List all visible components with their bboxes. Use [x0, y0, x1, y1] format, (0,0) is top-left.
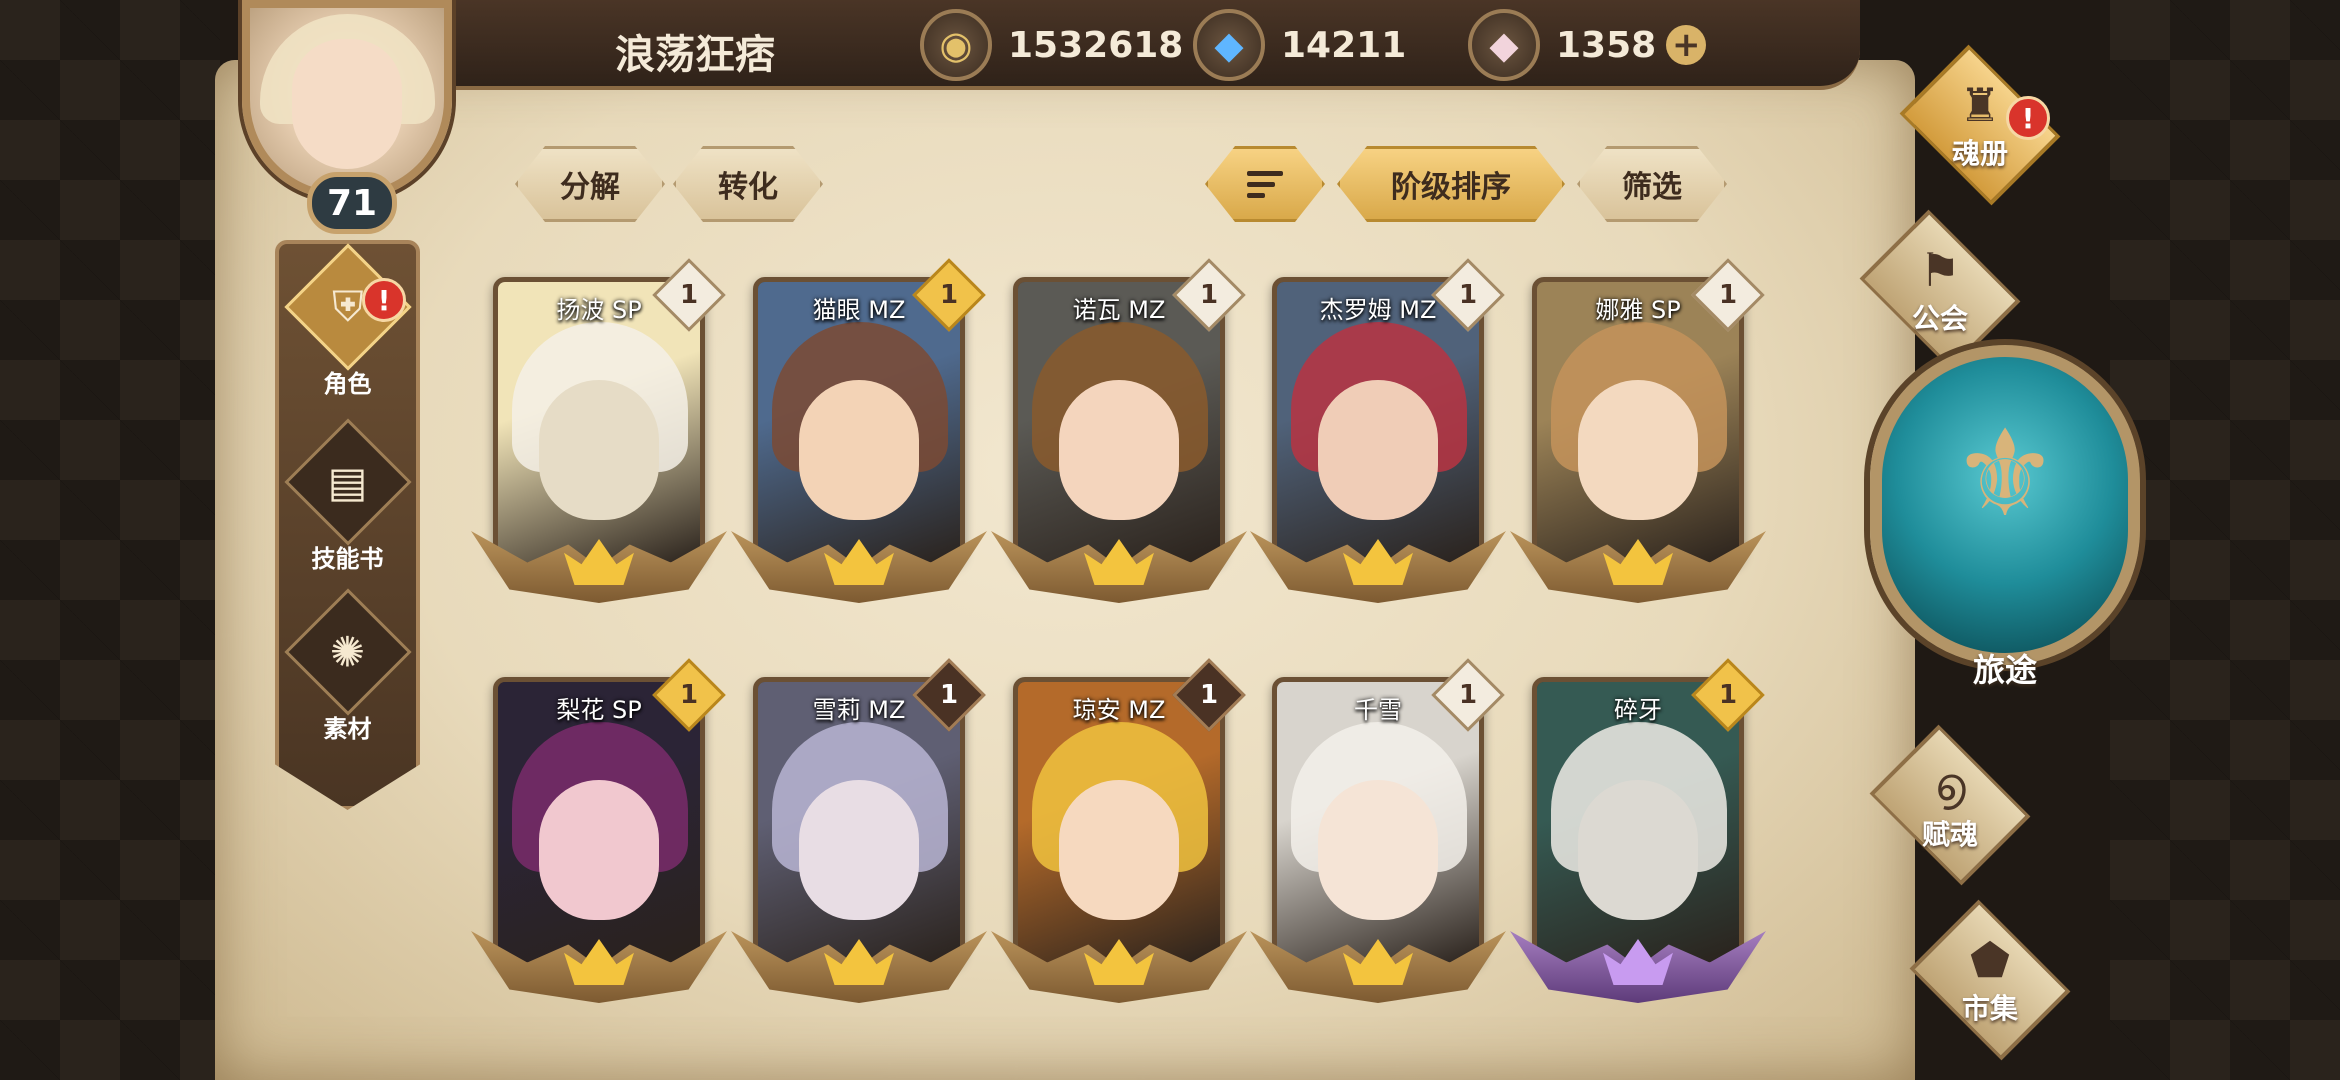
soul-book-alert-badge: ! [2006, 96, 2050, 140]
journey-label: 旅途 [1972, 651, 2037, 689]
menu-item-character[interactable]: ⛨ 角色 [275, 242, 420, 405]
swirl-icon: ൭ [1934, 757, 1966, 811]
character-card[interactable]: 诺瓦 MZ 1 [991, 258, 1247, 607]
card-portrait-frame: 碎牙 [1532, 677, 1744, 967]
character-card[interactable]: 扬波 SP 1 [471, 258, 727, 607]
nav-label-guild: 公会 [1911, 302, 1968, 335]
card-count: 1 [679, 680, 699, 710]
player-name: 浪荡狂痞 [615, 32, 775, 78]
nav-guild[interactable]: ⚑ 公会 [1840, 209, 2040, 371]
sort-by-tier-button[interactable]: 阶级排序 [1337, 146, 1565, 222]
character-alert-badge: ! [362, 278, 406, 322]
card-portrait-frame: 猫眼 MZ [753, 277, 965, 567]
card-portrait-frame: 琼安 MZ [1013, 677, 1225, 967]
card-count: 1 [1199, 680, 1219, 710]
card-count: 1 [939, 280, 959, 310]
gold-amount: 1532618 [1008, 24, 1184, 66]
crystal-currency: ◆ 14211 [1193, 9, 1407, 81]
character-card[interactable]: 猫眼 MZ 1 [731, 258, 987, 607]
player-avatar[interactable] [242, 0, 452, 200]
menu-item-skill-book[interactable]: ▤ 技能书 [275, 417, 420, 580]
soul-book-icon: ♜ [1959, 78, 2001, 132]
right-wall-background [2110, 0, 2340, 1080]
guild-banner-icon: ⚑ [1919, 243, 1961, 297]
character-card[interactable]: 娜雅 SP 1 [1510, 258, 1766, 607]
filter-button[interactable]: 筛选 [1577, 146, 1727, 222]
gold-coin-icon: ◉ [920, 9, 992, 81]
card-count: 1 [1199, 280, 1219, 310]
character-card[interactable]: 梨花 SP 1 [471, 658, 727, 1007]
card-portrait-frame: 雪莉 MZ [753, 677, 965, 967]
crystal-amount: 14211 [1281, 24, 1407, 66]
nav-endow-soul[interactable]: ൭ 赋魂 [1850, 724, 2050, 886]
nav-market[interactable]: ⬟ 市集 [1890, 899, 2090, 1061]
card-portrait-frame: 千雪 [1272, 677, 1484, 967]
nav-label-soul-book: 魂册 [1951, 137, 2008, 170]
convert-button[interactable]: 转化 [673, 146, 823, 222]
card-portrait-frame: 诺瓦 MZ [1013, 277, 1225, 567]
character-card[interactable]: 千雪 1 [1250, 658, 1506, 1007]
card-portrait-frame: 娜雅 SP [1532, 277, 1744, 567]
card-portrait-frame: 杰罗姆 MZ [1272, 277, 1484, 567]
nav-label-endow-soul: 赋魂 [1921, 818, 1978, 851]
gem-icon: ⬟ [1970, 933, 2010, 987]
left-wall-background [0, 0, 220, 1080]
card-count: 1 [939, 680, 959, 710]
card-portrait-frame: 扬波 SP [493, 277, 705, 567]
card-count: 1 [679, 280, 699, 310]
player-avatar-frame[interactable]: 71 [212, 0, 492, 250]
sort-icon [1247, 171, 1283, 198]
card-count: 1 [1718, 680, 1738, 710]
character-card[interactable]: 琼安 MZ 1 [991, 658, 1247, 1007]
decompose-button[interactable]: 分解 [515, 146, 665, 222]
nav-soul-book[interactable]: ♜ 魂册 [1880, 44, 2080, 206]
card-count: 1 [1458, 680, 1478, 710]
menu-item-material[interactable]: ✺ 素材 [275, 587, 420, 750]
trident-icon: ⚜ [1951, 405, 2059, 544]
character-card[interactable]: 雪莉 MZ 1 [731, 658, 987, 1007]
gold-currency: ◉ 1532618 [920, 9, 1184, 81]
pink-gem-icon: ◆ [1468, 9, 1540, 81]
gem-amount: 1358 [1556, 24, 1657, 66]
nav-label-market: 市集 [1961, 992, 2018, 1025]
character-card[interactable]: 碎牙 1 [1510, 658, 1766, 1007]
card-portrait-frame: 梨花 SP [493, 677, 705, 967]
card-count: 1 [1458, 280, 1478, 310]
player-level-badge: 71 [307, 172, 397, 234]
material-icon: ✺ [283, 587, 412, 716]
blue-crystal-icon: ◆ [1193, 9, 1265, 81]
book-icon: ▤ [283, 417, 412, 546]
character-card[interactable]: 杰罗姆 MZ 1 [1250, 258, 1506, 607]
journey-button[interactable]: ⚜ 旅途 [1870, 345, 2140, 705]
gem-currency: ◆ 1358 + [1468, 9, 1707, 81]
add-gem-button[interactable]: + [1666, 25, 1707, 65]
card-count: 1 [1718, 280, 1738, 310]
